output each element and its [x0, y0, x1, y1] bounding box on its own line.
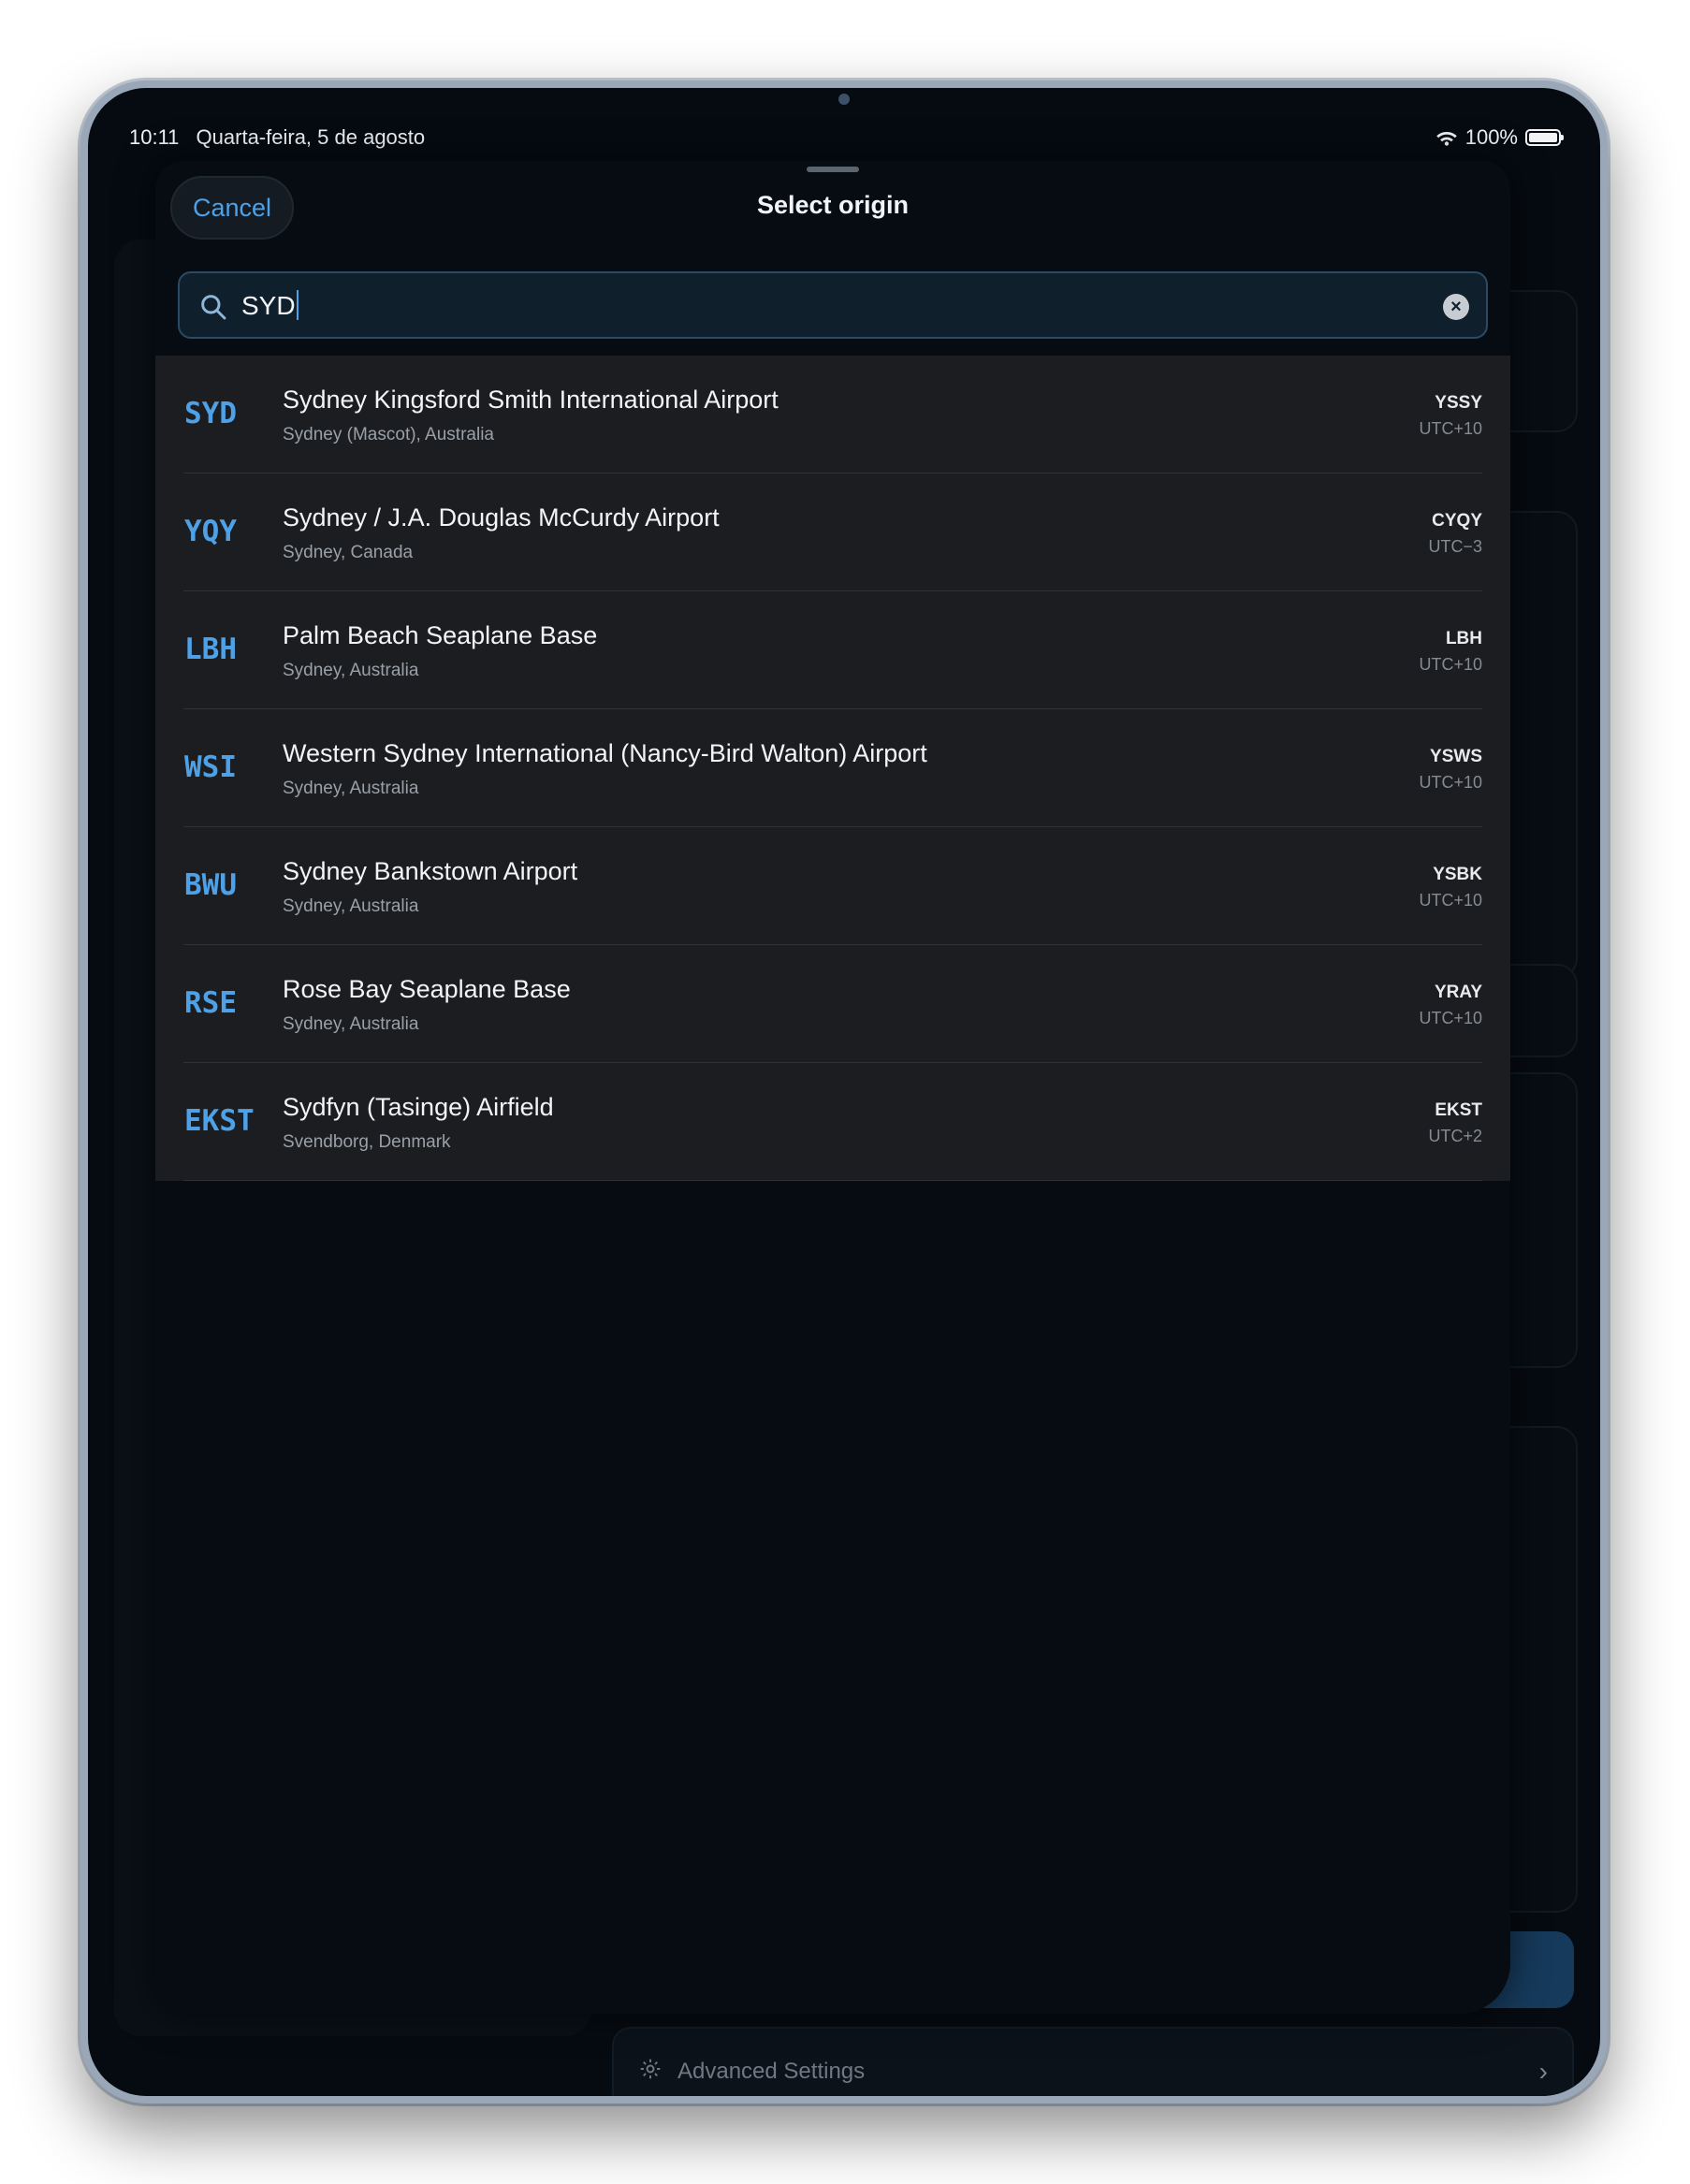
advanced-settings-label: Advanced Settings [677, 2059, 866, 2084]
airport-utc-offset: UTC+10 [1419, 419, 1482, 438]
airport-icao-code: EKST [1435, 1100, 1482, 1120]
status-date: Quarta-feira, 5 de agosto [196, 125, 426, 149]
airport-location: Sydney, Australia [283, 1014, 419, 1034]
airport-name: Sydfyn (Tasinge) Airfield [283, 1093, 554, 1121]
airport-icao-code: YSSY [1435, 393, 1482, 413]
airport-row[interactable]: EKST Sydfyn (Tasinge) Airfield Svendborg, … [155, 1063, 1510, 1181]
sheet-grabber[interactable] [807, 167, 859, 172]
airport-icao-code: CYQY [1432, 511, 1482, 531]
sheet-title: Select origin [756, 191, 910, 219]
airport-row[interactable]: LBH Palm Beach Seaplane Base Sydney, Austr… [155, 591, 1510, 709]
camera [838, 94, 850, 105]
airport-location: Svendborg, Denmark [283, 1132, 451, 1152]
tablet-frame: Advanced Settings › 10:11 Quarta-feira, … [80, 80, 1608, 2104]
airport-utc-offset: UTC+10 [1419, 1009, 1482, 1027]
airport-iata-code: RSE [184, 986, 237, 1020]
battery-icon [1525, 129, 1564, 146]
airport-location: Sydney, Canada [283, 543, 414, 562]
search-input[interactable]: SYD [241, 290, 299, 321]
search-input-value: SYD [241, 291, 296, 320]
airport-location: Sydney, Australia [283, 896, 419, 916]
airport-location: Sydney, Australia [283, 661, 419, 680]
advanced-settings-row: Advanced Settings › [612, 2027, 1574, 2096]
airport-row[interactable]: SYD Sydney Kingsford Smith International … [155, 356, 1510, 473]
airport-utc-offset: UTC−3 [1428, 537, 1482, 556]
airport-row[interactable]: WSI Western Sydney International (Nancy-B… [155, 709, 1510, 827]
status-time: 10:11 [129, 125, 180, 149]
wifi-icon [1435, 132, 1457, 146]
chevron-right-icon: › [1538, 2057, 1548, 2086]
airport-icao-code: LBH [1445, 629, 1482, 648]
airport-name: Sydney Bankstown Airport [283, 857, 578, 885]
airport-icao-code: YSBK [1433, 865, 1482, 884]
airport-row[interactable]: YQY Sydney / J.A. Douglas McCurdy Airport… [155, 473, 1510, 591]
airport-location: Sydney, Australia [283, 779, 419, 798]
airport-utc-offset: UTC+10 [1419, 773, 1482, 792]
select-origin-sheet: Cancel Select origin SYD × SYD Sydney Kin… [155, 161, 1510, 2014]
airport-name: Sydney Kingsford Smith International Air… [283, 386, 779, 414]
airport-iata-code: BWU [184, 868, 237, 902]
results-list: SYD Sydney Kingsford Smith International … [155, 356, 1510, 1181]
airport-row[interactable]: RSE Rose Bay Seaplane Base Sydney, Austral… [155, 945, 1510, 1063]
airport-name: Sydney / J.A. Douglas McCurdy Airport [283, 503, 720, 531]
screen: Advanced Settings › 10:11 Quarta-feira, … [88, 88, 1600, 2096]
search-field[interactable]: SYD × [178, 271, 1488, 339]
airport-row[interactable]: BWU Sydney Bankstown Airport Sydney, Austr… [155, 827, 1510, 945]
airport-utc-offset: UTC+2 [1428, 1127, 1482, 1145]
airport-utc-offset: UTC+10 [1419, 655, 1482, 674]
text-caret [296, 290, 299, 320]
gear-icon [640, 2059, 661, 2079]
airport-icao-code: YRAY [1434, 983, 1482, 1002]
status-bar: 10:11 Quarta-feira, 5 de agosto 100% [88, 118, 1600, 155]
airport-name: Western Sydney International (Nancy-Bird… [283, 739, 927, 767]
airport-iata-code: WSI [184, 750, 237, 784]
clear-circle-icon[interactable]: × [1443, 294, 1469, 320]
airport-iata-code: LBH [184, 633, 237, 666]
airport-icao-code: YSWS [1430, 747, 1482, 766]
battery-percent: 100% [1464, 125, 1518, 149]
airport-iata-code: EKST [184, 1104, 255, 1138]
airport-utc-offset: UTC+10 [1419, 891, 1482, 910]
airport-iata-code: SYD [184, 397, 237, 430]
search-icon [201, 295, 226, 320]
airport-name: Rose Bay Seaplane Base [283, 975, 571, 1003]
airport-name: Palm Beach Seaplane Base [283, 621, 598, 649]
airport-iata-code: YQY [184, 515, 237, 548]
airport-location: Sydney (Mascot), Australia [283, 425, 494, 444]
